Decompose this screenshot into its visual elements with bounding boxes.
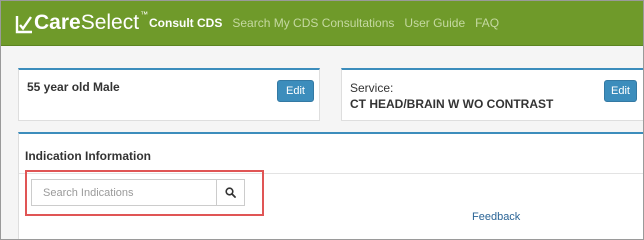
service-label: Service: bbox=[350, 81, 394, 95]
indication-panel: Indication Information Feedback bbox=[18, 132, 643, 239]
indication-header: Indication Information bbox=[19, 134, 643, 174]
app-window: Care Select ™ Consult CDS Search My CDS … bbox=[0, 0, 644, 240]
logo-text-care: Care bbox=[34, 11, 81, 34]
header-bar: Care Select ™ Consult CDS Search My CDS … bbox=[1, 1, 643, 46]
logo-trademark: ™ bbox=[140, 10, 149, 19]
patient-summary: 55 year old Male bbox=[27, 80, 120, 94]
service-card: Service: CT HEAD/BRAIN W WO CONTRAST Edi… bbox=[341, 68, 643, 121]
checkmark-logo-icon bbox=[15, 16, 32, 34]
search-icon bbox=[225, 187, 236, 198]
service-value: CT HEAD/BRAIN W WO CONTRAST bbox=[350, 97, 554, 111]
patient-card: 55 year old Male Edit bbox=[18, 68, 320, 121]
search-button[interactable] bbox=[216, 180, 244, 205]
nav-user-guide[interactable]: User Guide bbox=[404, 16, 465, 30]
feedback-link[interactable]: Feedback bbox=[472, 211, 520, 223]
nav-faq[interactable]: FAQ bbox=[475, 16, 499, 30]
edit-patient-button[interactable]: Edit bbox=[277, 80, 314, 102]
nav-consult-cds[interactable]: Consult CDS bbox=[149, 16, 222, 30]
indication-title: Indication Information bbox=[25, 149, 151, 163]
search-indications-input[interactable] bbox=[32, 180, 216, 205]
edit-service-button[interactable]: Edit bbox=[604, 80, 637, 102]
logo-text-select: Select bbox=[80, 11, 140, 34]
main-nav: Consult CDS Search My CDS Consultations … bbox=[149, 1, 509, 45]
nav-search-consultations[interactable]: Search My CDS Consultations bbox=[232, 16, 394, 30]
careselect-logo[interactable]: Care Select ™ bbox=[15, 10, 148, 38]
indication-search bbox=[31, 179, 245, 206]
